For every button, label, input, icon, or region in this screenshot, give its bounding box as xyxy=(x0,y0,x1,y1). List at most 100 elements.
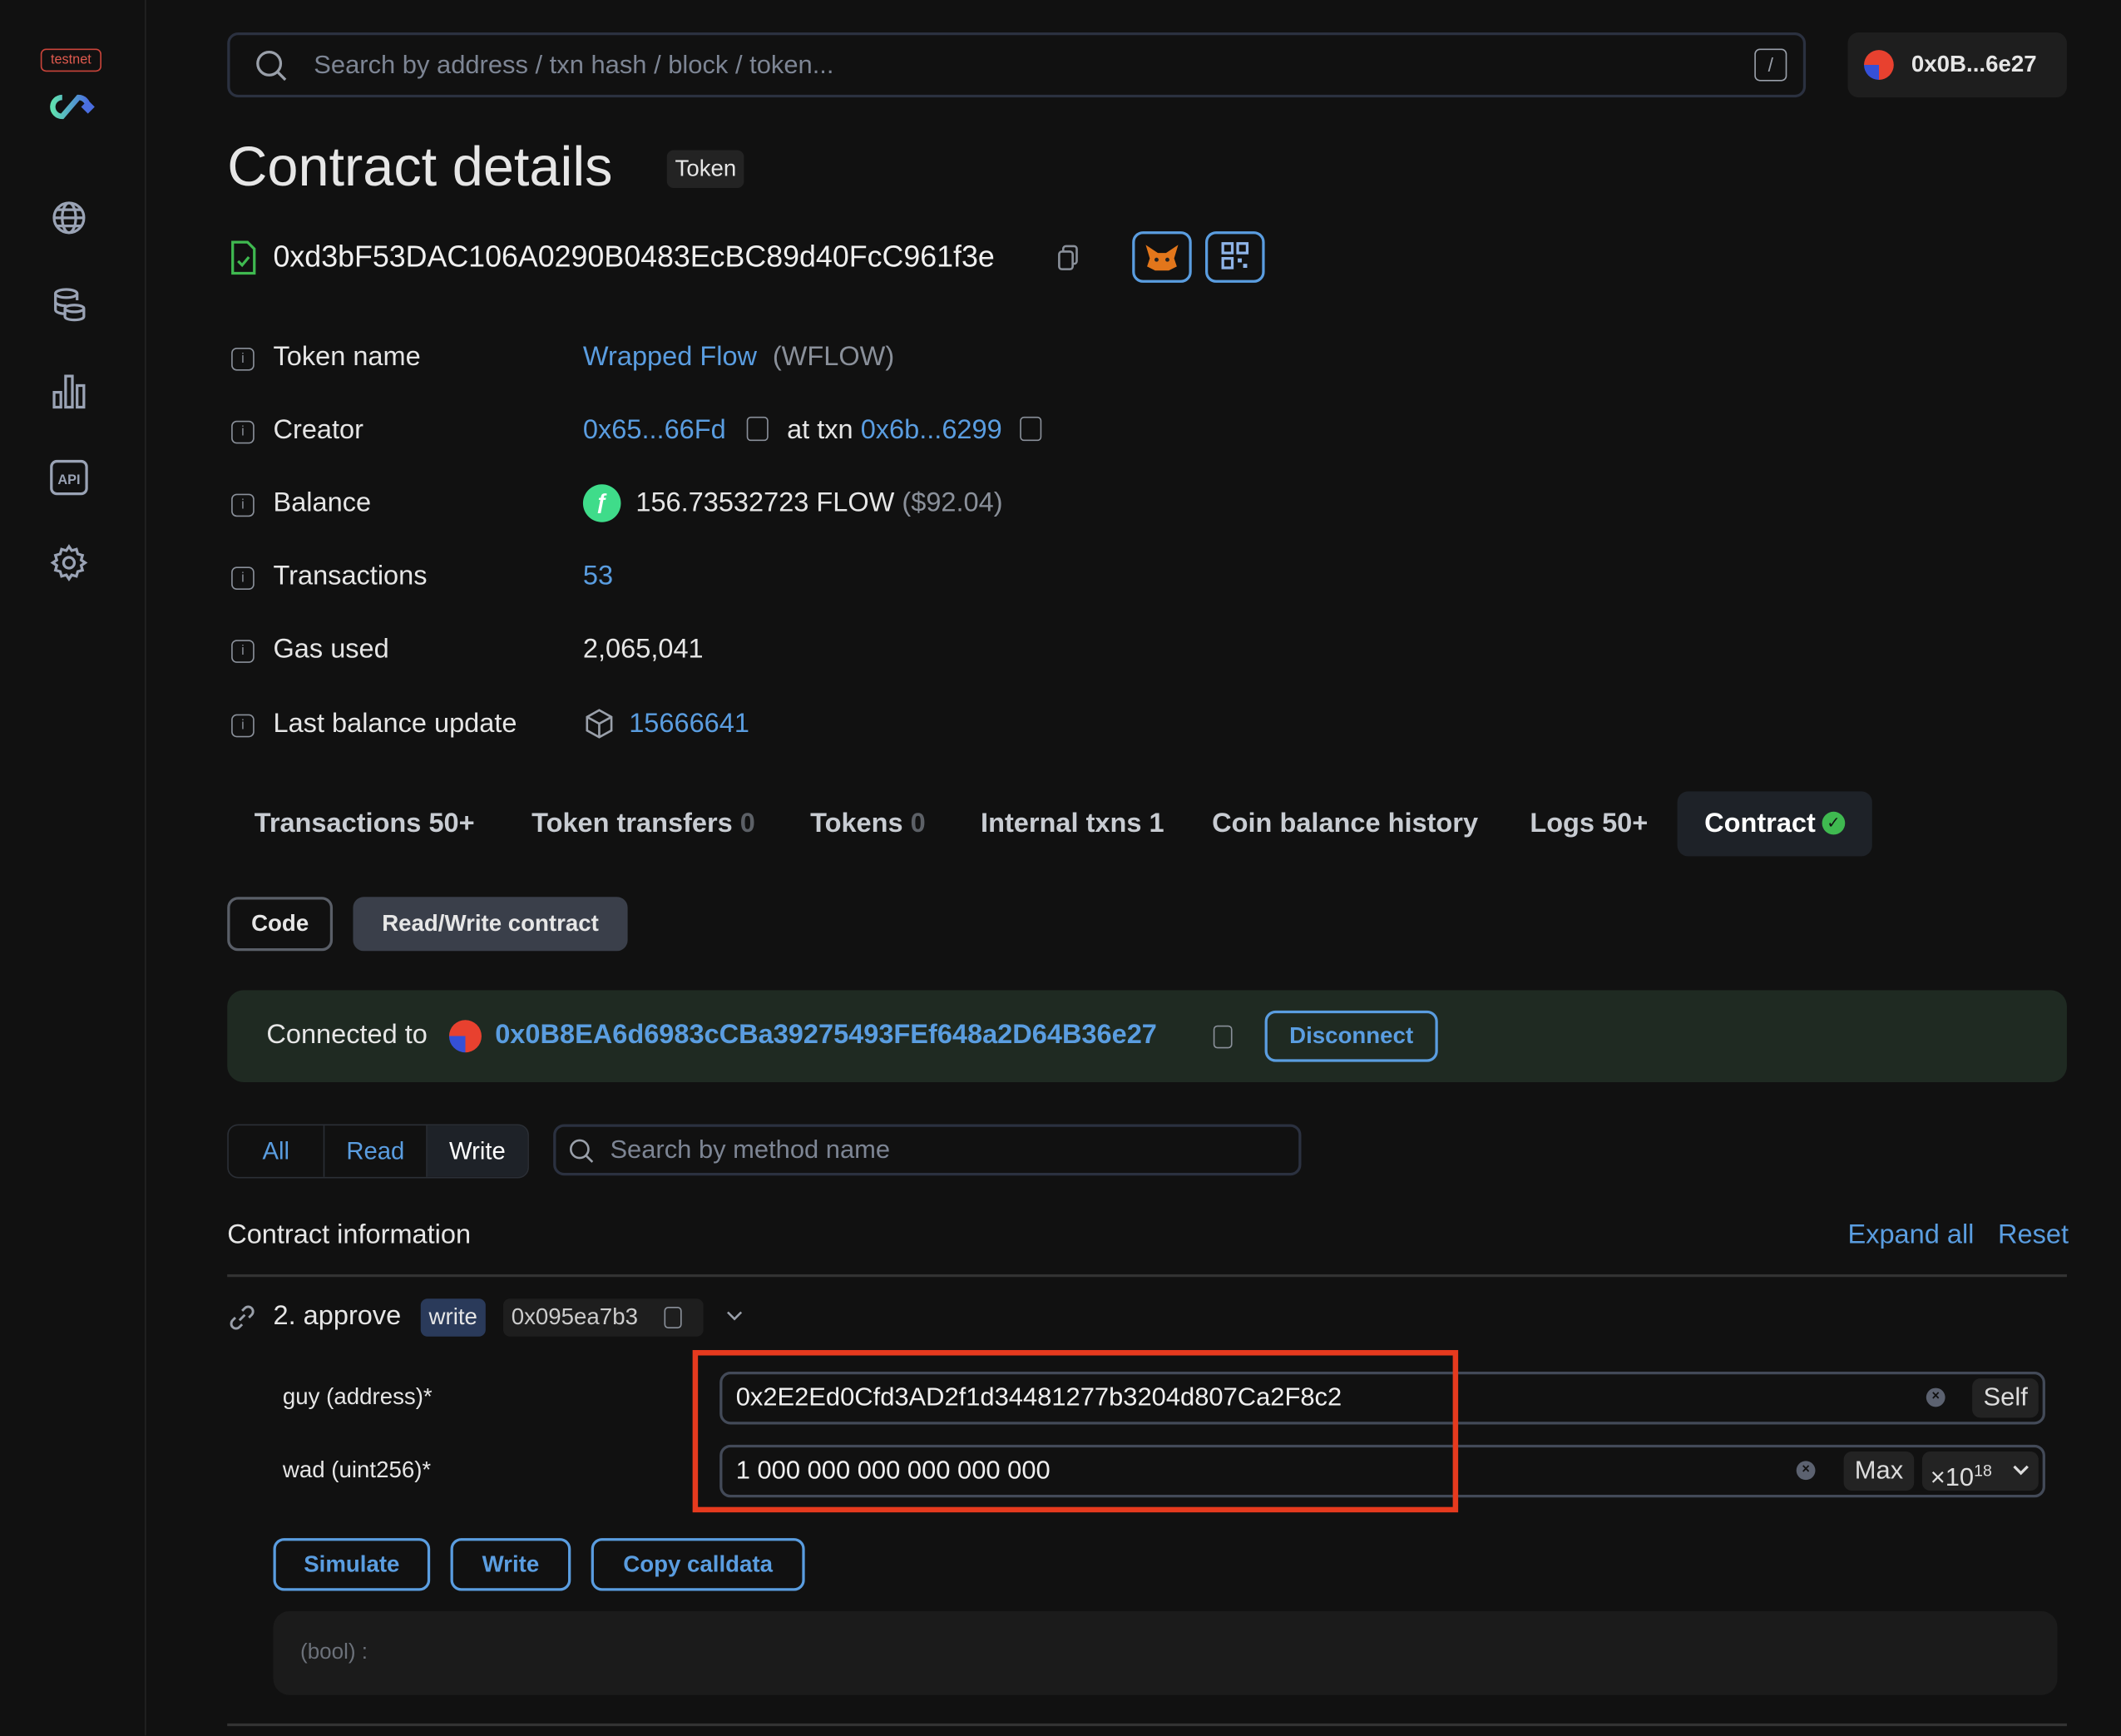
copy-icon[interactable] xyxy=(747,416,769,442)
wallet-address: 0x0B...6e27 xyxy=(1911,51,2037,77)
reset-link[interactable]: Reset xyxy=(1998,1220,2069,1251)
tab-contract[interactable]: Contract ✓ xyxy=(1677,791,1872,857)
transactions-count-link[interactable]: 53 xyxy=(583,561,613,592)
highlight-box xyxy=(692,1350,1459,1513)
balance-value: 156.73532723 FLOW ($92.04) xyxy=(635,488,1002,519)
filter-all[interactable]: All xyxy=(229,1125,325,1177)
info-icon[interactable]: i xyxy=(231,714,255,738)
creator-value: 0x65...66Fd at txn 0x6b...6299 xyxy=(583,415,1042,446)
add-to-metamask-button[interactable] xyxy=(1132,231,1192,283)
connected-address-link[interactable]: 0x0B8EA6d6983cCBa39275493FEf648a2D64B36e… xyxy=(495,1020,1157,1051)
search-icon xyxy=(256,50,287,82)
token-symbol: (WFLOW) xyxy=(772,342,895,373)
token-name-label: Token name xyxy=(273,342,421,373)
info-icon[interactable]: i xyxy=(231,640,255,663)
qr-code-icon xyxy=(1221,242,1249,270)
method-name: 2. approve xyxy=(273,1301,402,1332)
contract-information-title: Contract information xyxy=(227,1219,472,1250)
link-icon[interactable] xyxy=(227,1303,257,1333)
copy-icon[interactable] xyxy=(1058,245,1080,270)
chevron-down-icon[interactable] xyxy=(725,1309,744,1323)
database-icon[interactable] xyxy=(49,284,90,325)
tab-coin-balance-history[interactable]: Coin balance history xyxy=(1185,791,1505,856)
method-selector-badge: 0x095ea7b3 xyxy=(502,1298,704,1337)
creator-address-link[interactable]: 0x65...66Fd xyxy=(583,415,726,445)
method-type-badge: write xyxy=(420,1298,486,1337)
balance-amount: 156.73532723 FLOW xyxy=(635,488,895,518)
copy-icon[interactable] xyxy=(1020,416,1042,442)
connected-avatar xyxy=(448,1020,482,1053)
info-icon[interactable]: i xyxy=(231,493,255,517)
qr-code-button[interactable] xyxy=(1205,231,1265,283)
page-title: Contract details xyxy=(227,135,613,198)
token-tag: Token xyxy=(666,150,745,189)
write-button[interactable]: Write xyxy=(450,1538,571,1591)
gas-used-value: 2,065,041 xyxy=(582,634,704,665)
chevron-down-icon xyxy=(2013,1465,2029,1476)
wad-input-label: wad (uint256)* xyxy=(282,1457,432,1483)
simulate-button[interactable]: Simulate xyxy=(273,1538,431,1591)
globe-icon[interactable] xyxy=(49,197,90,238)
guy-input-label: guy (address)* xyxy=(282,1383,433,1410)
svg-text:API: API xyxy=(57,472,80,487)
disconnect-button[interactable]: Disconnect xyxy=(1264,1010,1438,1062)
verified-check-icon: ✓ xyxy=(1822,811,1846,835)
code-tab-button[interactable]: Code xyxy=(227,897,334,952)
logo-icon[interactable] xyxy=(43,89,97,124)
connection-banner: Connected to 0x0B8EA6d6983cCBa39275493FE… xyxy=(227,990,2067,1083)
copy-icon[interactable] xyxy=(664,1306,682,1329)
method-search-placeholder: Search by method name xyxy=(610,1136,891,1165)
search-placeholder: Search by address / txn hash / block / t… xyxy=(314,51,834,80)
metamask-icon xyxy=(1145,245,1179,271)
creator-txn-link[interactable]: 0x6b...6299 xyxy=(861,415,1002,445)
clear-icon[interactable]: × xyxy=(1926,1387,1945,1407)
connected-label: Connected to xyxy=(266,1020,428,1050)
info-icon[interactable]: i xyxy=(231,566,255,591)
filter-write[interactable]: Write xyxy=(427,1125,527,1177)
tab-internal-txns[interactable]: Internal txns 1 xyxy=(954,791,1192,856)
token-name-link[interactable]: Wrapped Flow xyxy=(583,342,757,372)
gas-used-label: Gas used xyxy=(273,634,389,665)
gear-icon[interactable] xyxy=(49,542,90,583)
creator-label: Creator xyxy=(273,415,363,446)
info-icon[interactable]: i xyxy=(231,347,255,371)
block-cube-icon xyxy=(586,709,613,739)
tab-transactions[interactable]: Transactions 50+ xyxy=(227,791,502,856)
sidebar: testnet API xyxy=(0,0,146,1736)
contract-address: 0xd3bF53DAC106A0290B0483EcBC89d40FcC961f… xyxy=(273,239,995,274)
api-icon[interactable]: API xyxy=(49,457,90,498)
wallet-avatar xyxy=(1864,50,1894,80)
tab-tokens[interactable]: Tokens 0 xyxy=(784,791,953,856)
contract-verified-icon xyxy=(231,240,256,275)
filter-read[interactable]: Read xyxy=(324,1125,428,1177)
at-txn-label: at txn xyxy=(787,415,853,446)
info-icon[interactable]: i xyxy=(231,420,255,444)
tab-logs[interactable]: Logs 50+ xyxy=(1503,791,1675,856)
flow-token-icon: ƒ xyxy=(582,484,621,522)
clear-icon[interactable]: × xyxy=(1796,1461,1816,1481)
copy-calldata-button[interactable]: Copy calldata xyxy=(591,1538,805,1591)
last-balance-update-label: Last balance update xyxy=(273,709,517,739)
tab-token-transfers[interactable]: Token transfers 0 xyxy=(505,791,783,856)
method-filter: All Read Write xyxy=(227,1124,529,1179)
divider xyxy=(227,1274,2067,1278)
network-badge: testnet xyxy=(40,48,101,72)
search-icon xyxy=(569,1139,594,1163)
method-search-input[interactable]: Search by method name xyxy=(553,1124,1302,1176)
balance-label: Balance xyxy=(273,488,372,518)
divider xyxy=(227,1723,2067,1727)
token-name-value: Wrapped Flow (WFLOW) xyxy=(583,342,894,373)
shortcut-hint: / xyxy=(1754,48,1787,82)
block-number-link[interactable]: 15666641 xyxy=(629,709,749,739)
bar-chart-icon[interactable] xyxy=(49,371,90,412)
transactions-label: Transactions xyxy=(273,561,428,591)
max-button[interactable]: Max xyxy=(1843,1451,1915,1491)
global-search-input[interactable]: Search by address / txn hash / block / t… xyxy=(227,32,1807,98)
result-box: (bool) : xyxy=(273,1610,2058,1695)
multiplier-select[interactable]: ×1018 xyxy=(1921,1451,2039,1492)
self-button[interactable]: Self xyxy=(1972,1378,2039,1418)
copy-icon[interactable] xyxy=(1213,1025,1233,1049)
read-write-tab-button[interactable]: Read/Write contract xyxy=(353,897,628,952)
expand-all-link[interactable]: Expand all xyxy=(1847,1220,1974,1251)
wallet-button[interactable]: 0x0B...6e27 xyxy=(1847,32,2067,98)
